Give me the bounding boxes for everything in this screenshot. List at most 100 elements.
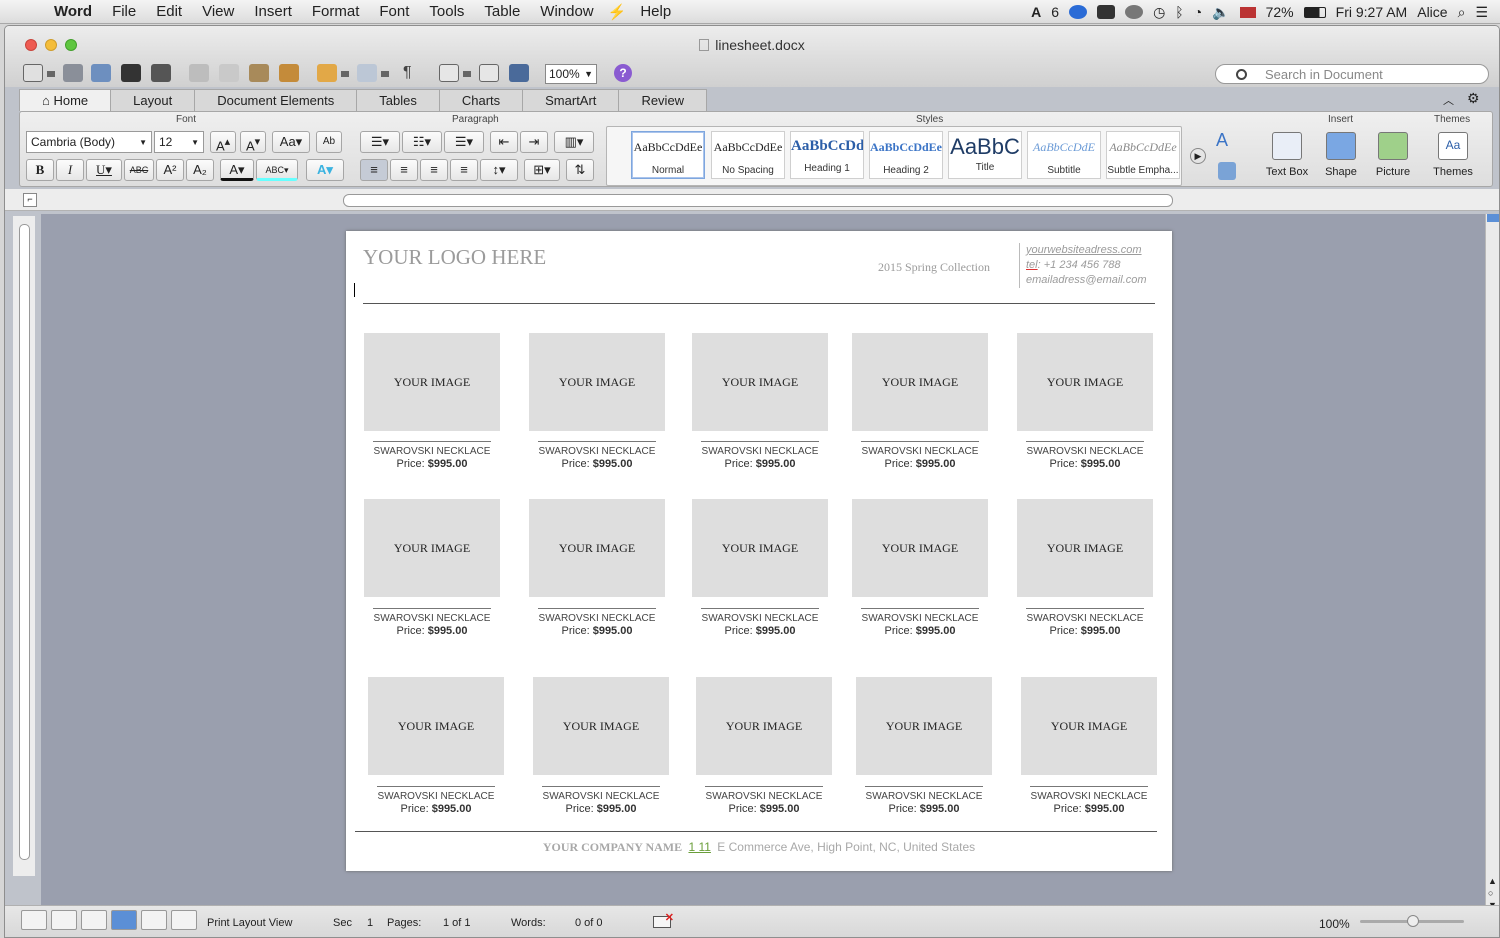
outline-view-icon[interactable] — [51, 910, 77, 930]
style-subtitle[interactable]: AaBbCcDdE Subtitle — [1027, 131, 1101, 179]
horizontal-ruler[interactable] — [343, 194, 1173, 207]
draft-view-icon[interactable] — [21, 910, 47, 930]
image-placeholder[interactable]: YOUR IMAGE — [529, 499, 665, 597]
time-machine-icon[interactable]: ◷ — [1153, 4, 1165, 21]
bold-button[interactable]: B — [26, 159, 54, 181]
battery-icon[interactable] — [1303, 6, 1326, 18]
zoom-slider-knob[interactable] — [1407, 915, 1419, 927]
tab-layout[interactable]: Layout — [110, 89, 196, 111]
undo-icon[interactable] — [317, 64, 337, 82]
justify-icon[interactable]: ≡ — [450, 159, 478, 181]
bluetooth-icon[interactable]: ᛒ — [1175, 4, 1183, 20]
print-layout-view-icon[interactable] — [111, 910, 137, 930]
styles-next-icon[interactable]: ▶ — [1190, 148, 1206, 164]
templates-icon[interactable] — [63, 64, 83, 82]
product-caption[interactable]: SWAROVSKI NECKLACE Price: $995.00 — [364, 441, 500, 470]
sort-icon[interactable]: ⇅ — [566, 159, 594, 181]
image-placeholder[interactable]: YOUR IMAGE — [692, 333, 828, 431]
style-title[interactable]: AaBbC Title — [948, 131, 1022, 179]
picture-button[interactable]: Picture — [1366, 128, 1420, 178]
subscript-icon[interactable]: A₂ — [186, 159, 214, 181]
align-right-icon[interactable]: ≡ — [420, 159, 448, 181]
open-icon[interactable] — [91, 64, 111, 82]
shrink-font-icon[interactable]: A▾ — [240, 131, 266, 153]
product-caption[interactable]: SWAROVSKI NECKLACE Price: $995.00 — [852, 608, 988, 637]
proofing-error-icon[interactable]: ✕ — [653, 912, 674, 928]
multilevel-list-icon[interactable]: ☰▾ — [444, 131, 484, 153]
image-placeholder[interactable]: YOUR IMAGE — [856, 677, 992, 775]
text-effects-icon[interactable]: A▾ — [306, 159, 344, 181]
ribbon-settings-icon[interactable]: ⚙ — [1467, 90, 1480, 107]
menu-tools[interactable]: Tools — [419, 3, 474, 20]
website-link[interactable]: yourwebsiteadress.com — [1026, 243, 1147, 258]
product-caption[interactable]: SWAROVSKI NECKLACE Price: $995.00 — [529, 441, 665, 470]
vertical-scrollbar[interactable]: ▲ ○ ▼ — [1485, 214, 1499, 914]
notification-center-icon[interactable]: ☰ — [1475, 4, 1488, 21]
copy-icon[interactable] — [219, 64, 239, 82]
manage-styles-icon[interactable]: A — [1216, 130, 1228, 151]
product-caption[interactable]: SWAROVSKI NECKLACE Price: $995.00 — [1017, 441, 1153, 470]
product-caption[interactable]: SWAROVSKI NECKLACE Price: $995.00 — [533, 786, 669, 815]
product-caption[interactable]: SWAROVSKI NECKLACE Price: $995.00 — [856, 786, 992, 815]
scroll-up-icon[interactable]: ▲ — [1488, 876, 1497, 886]
style-heading-1[interactable]: AaBbCcDd Heading 1 — [790, 131, 864, 179]
menu-file[interactable]: File — [102, 3, 146, 20]
flag-icon[interactable] — [1239, 6, 1256, 18]
image-placeholder[interactable]: YOUR IMAGE — [852, 333, 988, 431]
wifi-icon[interactable]: ◔ — [1194, 4, 1202, 20]
menu-help[interactable]: Help — [630, 3, 681, 20]
themes-button[interactable]: Aa Themes — [1426, 128, 1480, 178]
product-caption[interactable]: SWAROVSKI NECKLACE Price: $995.00 — [368, 786, 504, 815]
image-placeholder[interactable]: YOUR IMAGE — [533, 677, 669, 775]
image-placeholder[interactable]: YOUR IMAGE — [364, 333, 500, 431]
styles-pane-icon[interactable] — [1218, 162, 1236, 180]
redo-icon[interactable] — [357, 64, 377, 82]
zoom-select[interactable]: 100% ▼ — [545, 64, 597, 84]
logo-placeholder[interactable]: YOUR LOGO HERE — [363, 245, 546, 270]
image-placeholder[interactable]: YOUR IMAGE — [1017, 333, 1153, 431]
tab-charts[interactable]: Charts — [438, 89, 524, 111]
split-view-icon[interactable] — [1487, 214, 1499, 222]
highlight-color-icon[interactable]: ABC▾ — [256, 159, 298, 181]
paste-icon[interactable] — [249, 64, 269, 82]
image-placeholder[interactable]: YOUR IMAGE — [696, 677, 832, 775]
image-placeholder[interactable]: YOUR IMAGE — [692, 499, 828, 597]
menu-format[interactable]: Format — [302, 3, 370, 20]
media-browser-icon[interactable] — [509, 64, 529, 82]
vertical-ruler-bar[interactable] — [19, 224, 30, 860]
clear-formatting-icon[interactable]: Ab — [316, 131, 342, 153]
line-spacing-icon[interactable]: ↕▾ — [480, 159, 518, 181]
image-placeholder[interactable]: YOUR IMAGE — [1021, 677, 1157, 775]
product-caption[interactable]: SWAROVSKI NECKLACE Price: $995.00 — [1021, 786, 1157, 815]
spotlight-icon[interactable]: ⌕ — [1458, 4, 1466, 21]
shape-button[interactable]: Shape — [1314, 128, 1368, 178]
menu-edit[interactable]: Edit — [146, 3, 192, 20]
decrease-indent-icon[interactable]: ⇤ — [490, 131, 518, 153]
tab-document-elements[interactable]: Document Elements — [194, 89, 358, 111]
style-heading-2[interactable]: AaBbCcDdEe Heading 2 — [869, 131, 943, 179]
menu-font[interactable]: Font — [369, 3, 419, 20]
superscript-icon[interactable]: A² — [156, 159, 184, 181]
bullets-icon[interactable]: ☰▾ — [360, 131, 400, 153]
image-placeholder[interactable]: YOUR IMAGE — [1017, 499, 1153, 597]
product-caption[interactable]: SWAROVSKI NECKLACE Price: $995.00 — [1017, 608, 1153, 637]
strikethrough-icon[interactable]: ABC — [124, 159, 154, 181]
notebook-view-icon[interactable] — [141, 910, 167, 930]
new-document-icon[interactable] — [23, 64, 43, 82]
evernote-icon[interactable] — [1097, 5, 1116, 19]
font-name-select[interactable]: Cambria (Body) ▼ — [26, 131, 152, 153]
numbering-icon[interactable]: ☷▾ — [402, 131, 442, 153]
borders-icon[interactable]: ⊞▾ — [524, 159, 560, 181]
grow-font-icon[interactable]: A▴ — [210, 131, 236, 153]
focus-view-icon[interactable] — [171, 910, 197, 930]
redo-dropdown-icon[interactable] — [381, 71, 389, 77]
image-placeholder[interactable]: YOUR IMAGE — [368, 677, 504, 775]
font-color-icon[interactable]: A▾ — [220, 159, 254, 181]
show-formatting-icon[interactable]: ¶ — [403, 64, 412, 82]
increase-indent-icon[interactable]: ⇥ — [520, 131, 548, 153]
collapse-ribbon-icon[interactable]: ︿ — [1443, 92, 1454, 108]
print-icon[interactable] — [151, 64, 171, 82]
undo-dropdown-icon[interactable] — [341, 71, 349, 77]
style-no-spacing[interactable]: AaBbCcDdEe No Spacing — [711, 131, 785, 179]
menu-app-word[interactable]: Word — [44, 3, 102, 20]
